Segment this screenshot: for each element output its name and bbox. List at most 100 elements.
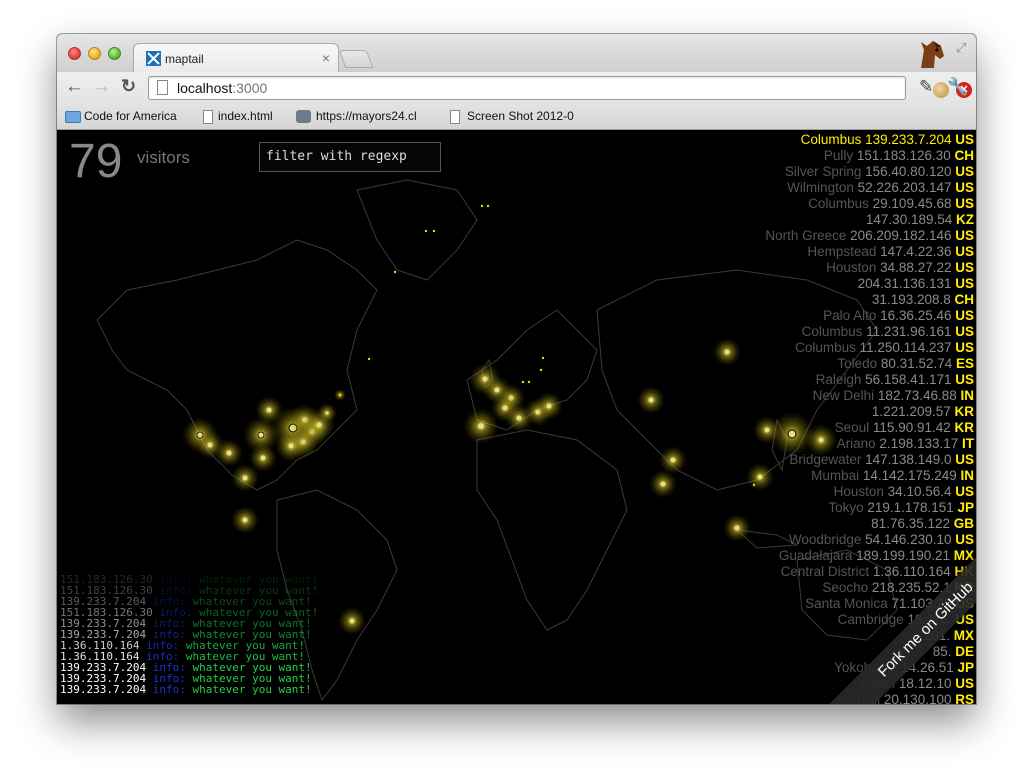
marker	[288, 443, 294, 449]
visitor-label: visitors	[137, 148, 190, 167]
fullscreen-icon[interactable]: ⤢	[956, 40, 966, 56]
log-ip: 139.233.7.204	[60, 683, 153, 696]
page-icon	[203, 110, 213, 124]
visitor-city: North Greece	[765, 228, 851, 243]
small-dot	[432, 229, 436, 233]
visitor-ip: 34.88.27.22	[880, 260, 956, 275]
visitor-ip: 81.76.35.122	[871, 516, 954, 531]
visitor-row: Columbus 139.233.7.204 US	[765, 132, 974, 148]
visitor-row: Houston 34.88.27.22 US	[765, 260, 974, 276]
visitor-city: Houston	[826, 260, 881, 275]
small-dot	[527, 380, 531, 384]
visitor-city: Columbus	[795, 340, 860, 355]
small-dot	[486, 204, 490, 208]
visitor-city: Columbus	[801, 324, 867, 339]
visitor-country-code: KR	[954, 420, 975, 435]
small-dots	[338, 204, 756, 487]
filter-regexp-input[interactable]: filter with regexp	[259, 142, 441, 172]
marker	[260, 455, 266, 461]
visitor-city: Pully	[823, 148, 857, 163]
visitor-country-code: US	[955, 372, 974, 387]
maptail-favicon-icon	[146, 51, 161, 66]
visitor-ip: 182.73.46.88	[877, 388, 961, 403]
log-message: whatever you want!	[192, 683, 312, 696]
small-dot	[367, 357, 371, 361]
pen-tool-icon[interactable]: ✎	[919, 77, 933, 97]
page-icon	[450, 110, 460, 124]
visitor-country-code: US	[955, 228, 974, 243]
fork-me-on-github-ribbon[interactable]: Fork me on GitHub	[826, 554, 976, 704]
visitor-ip: 29.109.45.68	[872, 196, 956, 211]
marker	[242, 517, 248, 523]
log-ip: 1.36.110.164	[60, 650, 147, 663]
visitor-country-code: US	[955, 308, 974, 323]
visitor-ip: 139.233.7.204	[865, 132, 956, 147]
window-minimize-button[interactable]	[88, 47, 101, 60]
marker	[266, 407, 272, 413]
bookmark-code-for-america[interactable]: Code for America	[84, 109, 177, 123]
visitor-row: 147.30.189.54 KZ	[765, 212, 974, 228]
log-level: info:	[146, 650, 186, 663]
visitor-city: Bridgewater	[789, 452, 866, 467]
visitor-country-code: US	[955, 340, 974, 355]
visitor-country-code: KZ	[956, 212, 974, 227]
visitor-city: Silver Spring	[784, 164, 866, 179]
bookmark-mayors24[interactable]: https://mayors24.cl	[316, 109, 430, 123]
visitor-row: Toledo 80.31.52.74 ES	[765, 356, 974, 372]
window-close-button[interactable]	[68, 47, 81, 60]
visitor-city: Seoul	[834, 420, 873, 435]
visitor-ip: 2.198.133.17	[879, 436, 962, 451]
profile-avatar-horse-icon[interactable]	[915, 38, 947, 68]
bookmark-screen-shot[interactable]: Screen Shot 2012-0	[467, 109, 583, 123]
visitor-city: Columbus	[800, 132, 866, 147]
visitor-row: Pully 151.183.126.30 CH	[765, 148, 974, 164]
visitor-row: Woodbridge 54.146.230.10 US	[765, 532, 974, 548]
visitor-row: Hempstead 147.4.22.36 US	[765, 244, 974, 260]
tab-close-icon[interactable]: ×	[322, 50, 330, 66]
marker	[502, 405, 508, 411]
visitor-city: Woodbridge	[788, 532, 866, 547]
visitor-row: Ariano 2.198.133.17 IT	[765, 436, 974, 452]
wrench-menu-icon[interactable]: 🔧	[947, 77, 968, 97]
visitor-row: Palo Alto 16.36.25.46 US	[765, 308, 974, 324]
visitor-country-code: US	[955, 484, 974, 499]
visitor-row: Houston 34.10.56.4 US	[765, 484, 974, 500]
window-zoom-button[interactable]	[108, 47, 121, 60]
bookmarks-bar: Code for America index.html https://mayo…	[57, 104, 976, 130]
visitor-country-code: US	[955, 452, 974, 467]
visitor-ip: 147.30.189.54	[865, 212, 956, 227]
visitor-country-code: US	[955, 260, 974, 275]
marker	[648, 397, 654, 403]
visitor-ip: 11.250.114.237	[859, 340, 956, 355]
tab-maptail[interactable]: maptail ×	[133, 43, 339, 73]
visitor-row: Columbus 11.231.96.161 US	[765, 324, 974, 340]
marker	[660, 481, 666, 487]
marker	[670, 457, 676, 463]
visitor-ip: 151.183.126.30	[856, 148, 955, 163]
address-bar[interactable]: localhost:3000 ✕ ☆	[148, 76, 972, 100]
log-message: whatever you want!	[185, 650, 306, 663]
bookmark-index-html[interactable]: index.html	[218, 109, 273, 123]
log-line: 139.233.7.204 info: whatever you want!	[60, 684, 318, 695]
visitor-country-code: US	[955, 324, 974, 339]
visitor-city: Columbus	[808, 196, 873, 211]
visitor-country-code: US	[955, 196, 974, 211]
back-arrow-icon[interactable]: ←	[65, 76, 84, 98]
marker	[478, 423, 484, 429]
marker	[226, 450, 232, 456]
visitor-country-code: ES	[955, 356, 974, 371]
reload-icon[interactable]: ↻	[121, 76, 136, 97]
small-dot	[393, 270, 397, 274]
visitor-country-code: IT	[962, 436, 974, 451]
new-tab-button[interactable]	[338, 50, 374, 68]
forward-arrow-icon[interactable]: →	[92, 76, 111, 98]
marker	[325, 411, 329, 415]
visitor-row: Seoul 115.90.91.42 KR	[765, 420, 974, 436]
visitor-city: Wilmington	[787, 180, 858, 195]
visitor-ip: 56.158.41.171	[865, 372, 956, 387]
visitor-row: New Delhi 182.73.46.88 IN	[765, 388, 974, 404]
small-dot	[539, 368, 543, 372]
visitor-ip: 80.31.52.74	[880, 356, 956, 371]
visitor-ip: 147.138.149.0	[865, 452, 956, 467]
visitor-country-code: US	[955, 532, 974, 547]
